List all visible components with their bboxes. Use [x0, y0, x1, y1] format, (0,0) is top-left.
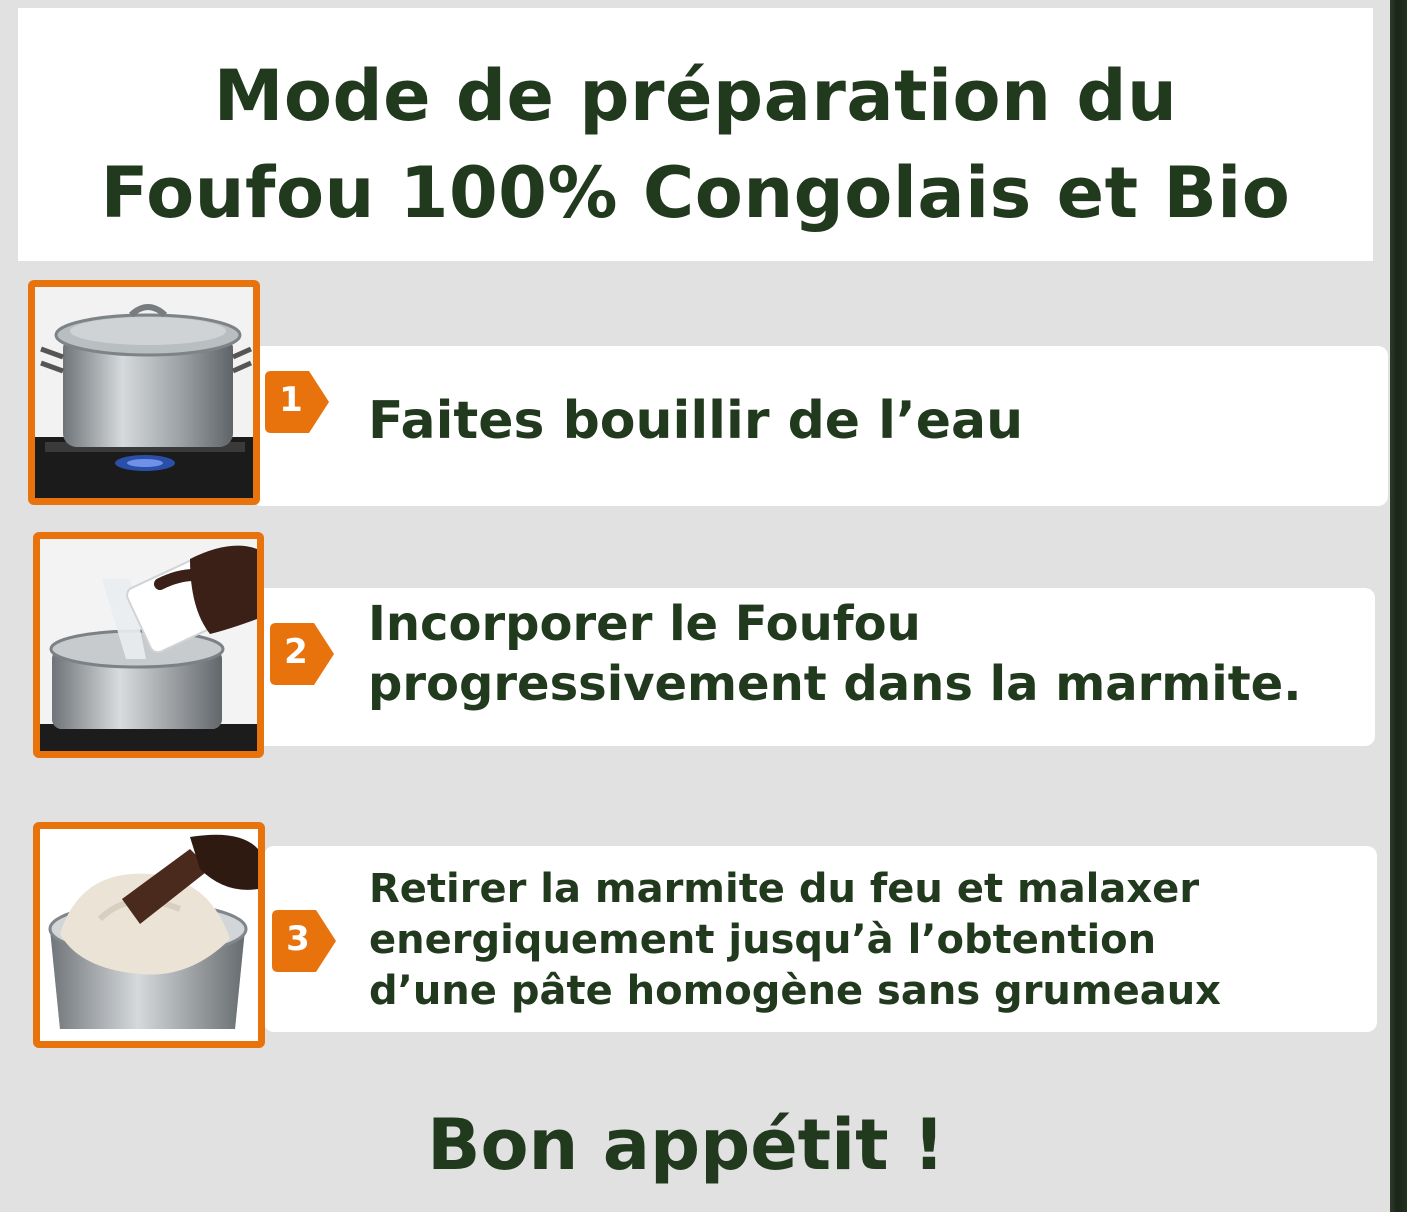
title-banner: Mode de préparation du Foufou 100% Congo… [18, 8, 1373, 261]
title-line-2: Foufou 100% Congolais et Bio [100, 152, 1291, 234]
step-card-1: Faites bouillir de l’eau [252, 346, 1388, 506]
pouring-flour-icon [40, 539, 257, 751]
step-3-line-3: d’une pâte homogène sans grumeaux [369, 968, 1221, 1014]
step-3-photo [33, 822, 265, 1048]
step-1-text: Faites bouillir de l’eau [368, 390, 1023, 452]
step-card-3: Retirer la marmite du feu et malaxer ene… [264, 846, 1377, 1032]
step-card-2: Incorporer le Foufou progressivement dan… [255, 588, 1375, 746]
step-3-number: 3 [286, 919, 310, 959]
step-2-line-2: progressivement dans la marmite. [368, 656, 1302, 712]
dark-edge-strip [1390, 0, 1407, 1212]
step-1-badge: 1 [263, 369, 329, 433]
step-2-photo [33, 532, 264, 758]
step-1-photo [28, 280, 260, 505]
step-2-number: 2 [284, 632, 308, 672]
step-3-line-1: Retirer la marmite du feu et malaxer [369, 866, 1200, 912]
step-2-text: Incorporer le Foufou progressivement dan… [368, 594, 1301, 714]
step-2-badge: 2 [268, 621, 334, 685]
boiling-pot-icon [35, 287, 253, 498]
step-3-badge: 3 [270, 908, 336, 972]
closing-message: Bon appétit ! [427, 1104, 945, 1186]
step-1-line-1: Faites bouillir de l’eau [368, 391, 1024, 451]
page-title: Mode de préparation du Foufou 100% Congo… [18, 48, 1373, 242]
title-line-1: Mode de préparation du [213, 55, 1178, 137]
step-3-line-2: energiquement jusqu’à l’obtention [369, 917, 1157, 963]
step-2-line-1: Incorporer le Foufou [368, 596, 921, 652]
step-1-number: 1 [279, 380, 303, 420]
kneading-dough-icon [40, 829, 258, 1041]
step-3-text: Retirer la marmite du feu et malaxer ene… [369, 864, 1221, 1017]
